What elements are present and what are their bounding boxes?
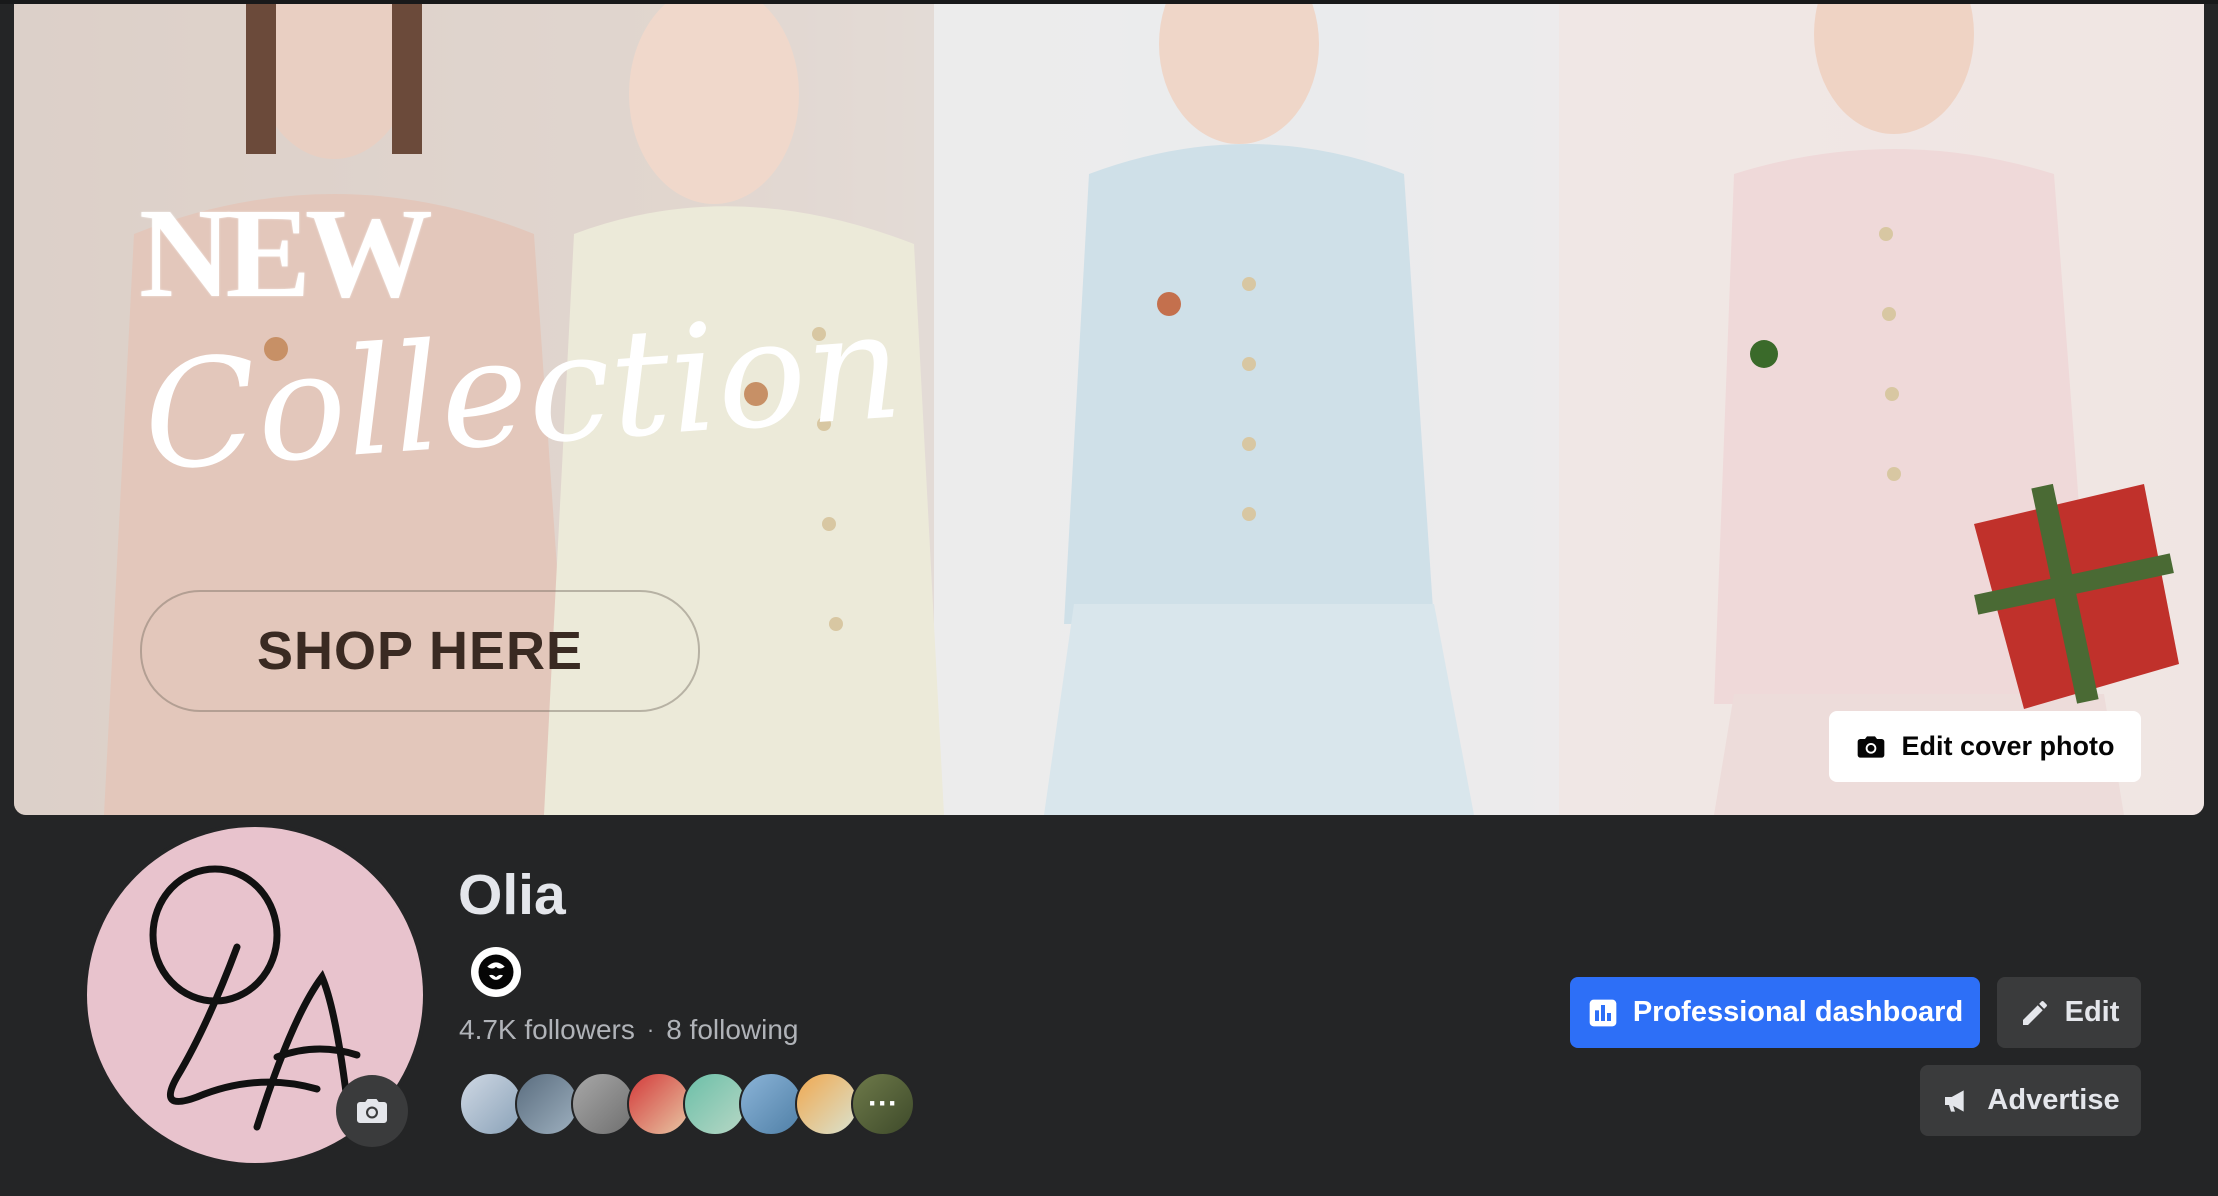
follower-avatar[interactable] <box>571 1072 635 1136</box>
shop-here-button[interactable]: SHOP HERE <box>140 590 700 712</box>
cover-headline: NEW <box>139 182 433 324</box>
professional-mode-icon <box>478 954 514 990</box>
follower-avatar[interactable] <box>739 1072 803 1136</box>
profile-picture-frame <box>83 823 427 1167</box>
edit-cover-photo-label: Edit cover photo <box>1901 731 2115 761</box>
follower-avatar[interactable] <box>683 1072 747 1136</box>
more-followers-button[interactable]: ··· <box>851 1072 915 1136</box>
bar-chart-icon <box>1589 999 1617 1026</box>
advertise-label: Advertise <box>1987 1084 2120 1116</box>
page-title: Olia <box>458 863 566 927</box>
professional-mode-badge[interactable] <box>471 947 521 997</box>
camera-icon <box>1858 735 1885 758</box>
followers-count-link[interactable]: 4.7K followers <box>459 1014 635 1046</box>
cover-photo[interactable]: NEW Collection SHOP HERE <box>14 4 2204 815</box>
follower-avatar[interactable] <box>459 1072 523 1136</box>
follower-avatar[interactable] <box>795 1072 859 1136</box>
professional-dashboard-label: Professional dashboard <box>1632 996 1964 1028</box>
update-profile-picture-button[interactable] <box>336 1075 408 1147</box>
edit-cover-photo-button[interactable]: Edit cover photo <box>1829 711 2141 782</box>
edit-page-button[interactable]: Edit <box>1997 977 2141 1048</box>
advertise-button[interactable]: Advertise <box>1920 1065 2141 1136</box>
follower-avatar[interactable] <box>627 1072 691 1136</box>
more-followers-label: ··· <box>868 1087 898 1120</box>
camera-icon <box>357 1099 387 1123</box>
stats-separator: · <box>646 1017 655 1042</box>
follower-avatars: ··· <box>459 1072 919 1136</box>
follower-avatar[interactable] <box>515 1072 579 1136</box>
megaphone-icon <box>1945 1089 1965 1112</box>
pencil-icon <box>2022 1000 2047 1025</box>
edit-page-label: Edit <box>2064 996 2120 1028</box>
professional-dashboard-button[interactable]: Professional dashboard <box>1570 977 1980 1048</box>
follow-stats: 4.7K followers · 8 following <box>459 1014 799 1046</box>
following-count-link[interactable]: 8 following <box>666 1014 798 1046</box>
